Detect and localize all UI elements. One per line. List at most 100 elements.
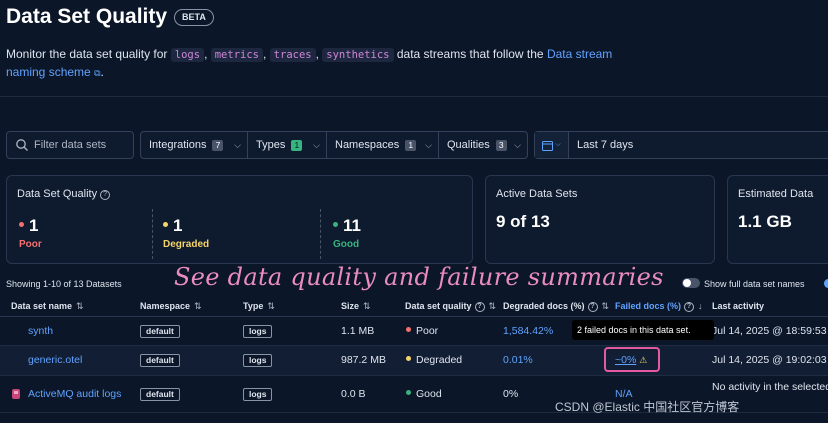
types-filter[interactable]: Types 1 ⌵: [248, 132, 326, 158]
namespace-badge: default: [140, 354, 180, 367]
annotation-text: See data quality and failure summaries: [174, 263, 664, 291]
namespace-badge: default: [140, 388, 180, 401]
dashed-divider: [320, 209, 321, 259]
degraded-dot: [406, 356, 411, 361]
integrations-filter[interactable]: Integrations 7 ⌵: [141, 132, 247, 158]
description-mid: data streams that follow the: [396, 47, 544, 61]
date-range-label: Last 7 days: [577, 139, 634, 151]
activemq-logo-icon: [12, 389, 20, 399]
estimated-data-value: 1.1 GB: [738, 212, 792, 231]
col-quality[interactable]: Data set quality? ⇅: [405, 301, 496, 312]
types-label: Types: [256, 139, 286, 151]
type-badge: logs: [243, 325, 273, 338]
degraded-dot: [163, 222, 168, 227]
integrations-label: Integrations: [149, 139, 207, 151]
sort-icon: ⇅: [488, 301, 497, 311]
info-icon: ?: [587, 302, 598, 312]
chevron-down-icon: ⌵: [555, 141, 561, 148]
page-title: Data Set Quality: [6, 5, 168, 28]
last-activity-value: No activity in the selected: [712, 381, 828, 393]
info-icon: ?: [474, 302, 485, 312]
sort-icon: ⇅: [76, 301, 84, 311]
showing-count: Showing 1-10 of 13 Datasets: [6, 279, 122, 289]
filter-group: Integrations 7 ⌵ Types 1 ⌵ Namespaces 1 …: [140, 131, 528, 159]
col-degraded-docs[interactable]: Degraded docs (%)? ⇅: [503, 301, 609, 312]
size-value: 1.1 MB: [341, 325, 375, 337]
active-card-title: Active Data Sets: [496, 188, 578, 200]
estimated-data-card: Estimated Data 1.1 GB: [727, 175, 828, 264]
stream-metrics: metrics: [210, 48, 263, 62]
last-activity-value: Jul 14, 2025 @ 19:02:03: [712, 354, 827, 366]
quality-status: Good: [406, 388, 442, 400]
poor-dot: [19, 222, 24, 227]
type-badge: logs: [243, 388, 273, 401]
watermark: CSDN @Elastic 中国社区官方博客: [555, 400, 740, 414]
degraded-docs-link[interactable]: 0.01%: [503, 354, 533, 366]
dataset-name-link[interactable]: generic.otel: [28, 354, 82, 366]
callout-highlight-box: [604, 347, 660, 372]
calendar-icon: [542, 140, 554, 151]
degraded-docs-value: 0%: [503, 388, 519, 400]
degraded-label: Degraded: [163, 239, 210, 250]
col-type[interactable]: Type ⇅: [243, 301, 275, 312]
stream-logs: logs: [170, 48, 205, 62]
good-count: 11: [333, 216, 361, 236]
good-value: 11: [343, 216, 361, 235]
col-namespace[interactable]: Namespace ⇅: [140, 301, 202, 312]
poor-count: 1: [19, 216, 38, 236]
namespaces-label: Namespaces: [335, 139, 400, 151]
integrations-count: 7: [212, 139, 224, 151]
col-degraded-docs-label: Degraded docs (%): [503, 301, 585, 311]
last-activity-value: Jul 14, 2025 @ 18:59:53: [712, 325, 827, 337]
active-datasets-value: 9 of 13: [496, 212, 550, 231]
quality-card-title-text: Data Set Quality: [17, 188, 98, 200]
calendar-quick-menu[interactable]: ⌵: [535, 132, 569, 158]
search-placeholder: Filter data sets: [34, 139, 107, 151]
col-size-label: Size: [341, 301, 360, 311]
external-link-icon: ⧉: [94, 68, 101, 78]
col-quality-label: Data set quality: [405, 301, 472, 311]
qualities-filter[interactable]: Qualities 3 ⌵: [439, 132, 527, 158]
col-last-activity[interactable]: Last activity: [712, 301, 764, 311]
namespaces-filter[interactable]: Namespaces 1 ⌵: [327, 132, 438, 158]
col-dataset-name-label: Data set name: [11, 301, 73, 311]
chevron-down-icon: ⌵: [313, 139, 320, 150]
sort-down-icon: ↓: [698, 301, 703, 311]
qualities-label: Qualities: [447, 139, 490, 151]
row-divider: [0, 375, 828, 376]
col-type-label: Type: [243, 301, 264, 311]
dataset-name-link[interactable]: synth: [28, 325, 53, 337]
toggle-knob: [683, 279, 691, 287]
info-icon[interactable]: ?: [100, 190, 111, 200]
col-size[interactable]: Size ⇅: [341, 301, 371, 312]
type-badge: logs: [243, 354, 273, 367]
good-dot: [333, 222, 338, 227]
estimated-card-title: Estimated Data: [738, 188, 814, 200]
chevron-down-icon: ⌵: [514, 139, 521, 150]
good-label: Good: [333, 239, 360, 250]
col-dataset-name[interactable]: Data set name ⇅: [11, 301, 84, 312]
dataset-name-link[interactable]: ActiveMQ audit logs: [28, 388, 121, 400]
qualities-count: 3: [495, 139, 507, 151]
date-picker[interactable]: ⌵ Last 7 days: [534, 131, 828, 159]
dashed-divider: [152, 209, 153, 259]
page-description: Monitor the data set quality for logs, m…: [6, 47, 613, 79]
types-count: 1: [291, 139, 303, 151]
quality-card-title: Data Set Quality?: [17, 188, 111, 200]
full-names-toggle-label: Show full data set names: [704, 279, 805, 289]
degraded-docs-link[interactable]: 1,584.42%: [503, 325, 553, 337]
search-input[interactable]: Filter data sets: [6, 131, 134, 159]
active-datasets-card: Active Data Sets 9 of 13: [485, 175, 715, 264]
quality-text: Poor: [416, 325, 439, 337]
poor-dot: [406, 327, 411, 332]
sort-icon: ⇅: [363, 301, 371, 311]
description-prefix: Monitor the data set quality for: [6, 47, 168, 61]
size-value: 0.0 B: [341, 388, 366, 400]
degraded-value: 1: [173, 216, 183, 235]
sort-icon: ⇅: [601, 301, 610, 311]
search-icon: [16, 139, 28, 151]
col-failed-docs[interactable]: Failed docs (%)? ↓: [615, 301, 703, 312]
sort-icon: ⇅: [267, 301, 275, 311]
degraded-count: 1: [163, 216, 182, 236]
chevron-down-icon: ⌵: [425, 139, 432, 150]
